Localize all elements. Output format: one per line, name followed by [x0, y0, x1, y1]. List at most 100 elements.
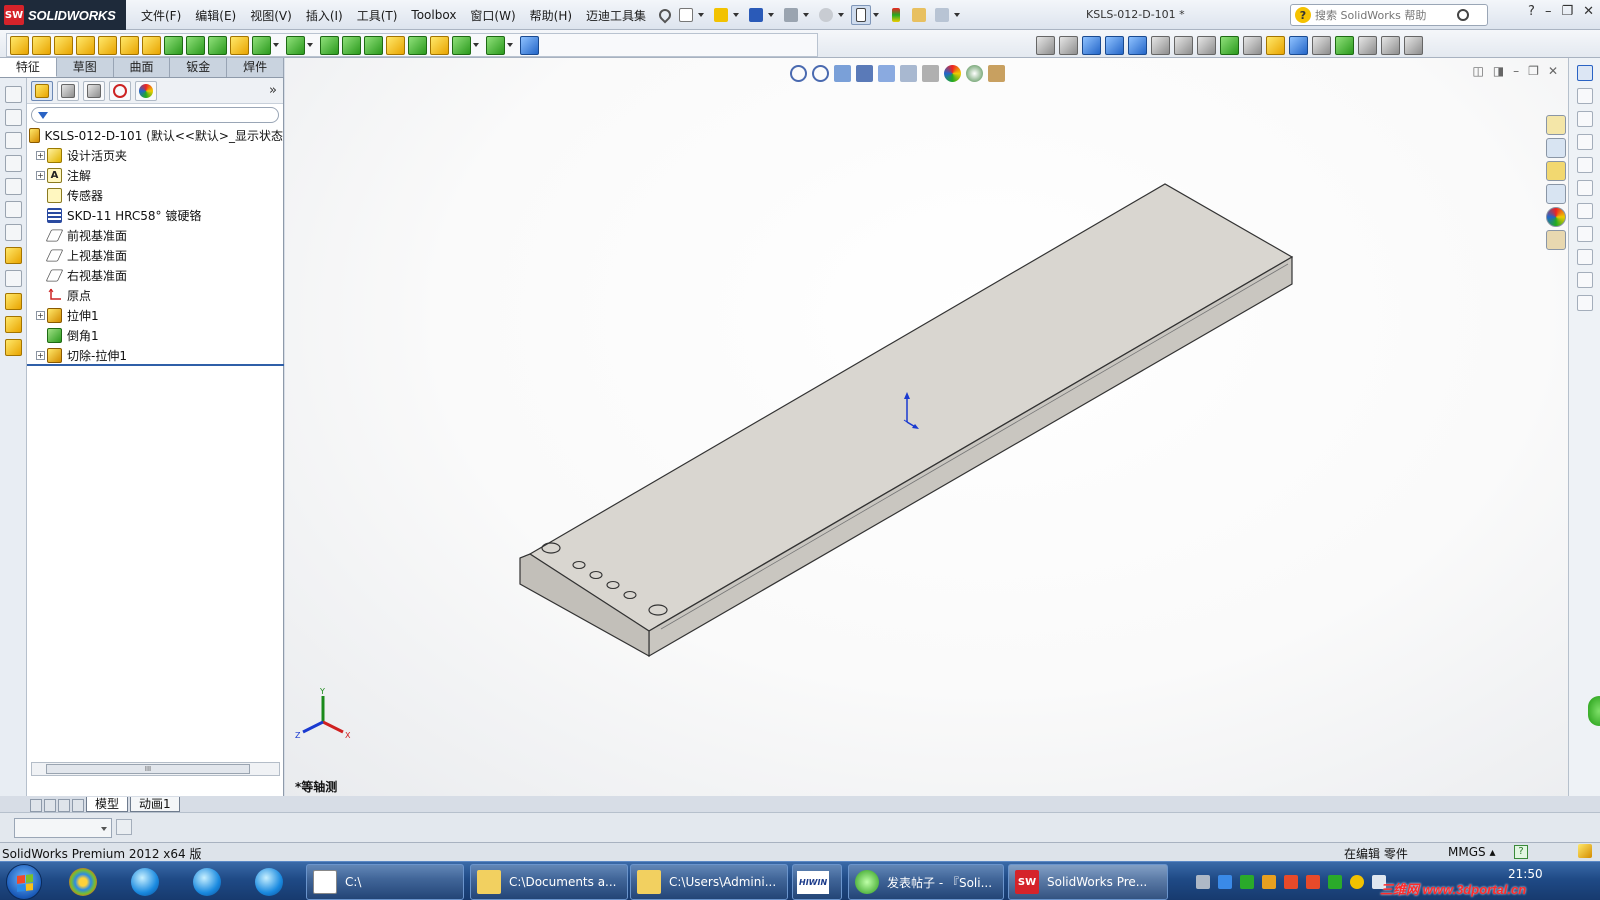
feature-icon[interactable]	[5, 339, 22, 356]
scrollbar-thumb[interactable]: III	[46, 764, 250, 774]
ruler-icon[interactable]	[1243, 35, 1262, 55]
options-button[interactable]	[932, 5, 952, 25]
plus-icon[interactable]	[1266, 35, 1285, 55]
globe-icon[interactable]	[1128, 35, 1147, 55]
box-icon[interactable]	[5, 201, 22, 218]
qq-icon[interactable]	[1284, 875, 1298, 889]
options-dropdown-icon[interactable]	[954, 13, 960, 17]
dimension-icon[interactable]	[1576, 88, 1593, 104]
lofted-cut-icon[interactable]	[208, 35, 227, 55]
tab-first-icon[interactable]	[30, 799, 42, 812]
configuration-manager-tab[interactable]	[83, 80, 105, 101]
pinned-app[interactable]	[180, 865, 234, 899]
section-view-icon[interactable]	[856, 64, 873, 82]
fillet-dropdown-icon[interactable]	[273, 43, 279, 47]
relations-icon[interactable]	[5, 293, 22, 310]
print-button[interactable]	[781, 5, 801, 25]
configuration-button[interactable]	[116, 819, 132, 835]
display-icon[interactable]	[1082, 35, 1101, 55]
extruded-boss-icon[interactable]	[10, 35, 29, 55]
file-properties-button[interactable]	[909, 5, 929, 25]
boundary-cut-icon[interactable]	[230, 35, 249, 55]
box-icon[interactable]	[5, 178, 22, 195]
reference-dropdown-icon[interactable]	[473, 43, 479, 47]
configuration-combo[interactable]	[14, 818, 112, 838]
system-clock[interactable]: 21:50	[1508, 867, 1543, 881]
units-selector[interactable]: MMGS ▴	[1448, 845, 1495, 859]
pattern-dropdown-icon[interactable]	[307, 43, 313, 47]
tree-horizontal-scrollbar[interactable]: III	[31, 762, 280, 776]
box-icon[interactable]	[5, 224, 22, 241]
pinned-app[interactable]	[118, 865, 172, 899]
part-model[interactable]	[285, 58, 1568, 796]
pinned-app[interactable]	[242, 865, 296, 899]
qq-icon[interactable]	[1262, 875, 1276, 889]
property-manager-tab[interactable]	[57, 80, 79, 101]
tree-item-extrude1[interactable]: + 拉伸1	[27, 305, 283, 325]
select-button[interactable]	[851, 5, 871, 25]
save-dropdown-icon[interactable]	[768, 13, 774, 17]
hide-show-items-icon[interactable]	[922, 64, 939, 82]
zoom-to-area-icon[interactable]	[812, 64, 829, 82]
box-icon[interactable]	[5, 132, 22, 149]
annotation-icon[interactable]	[1576, 295, 1593, 311]
rebuild-button[interactable]	[886, 5, 906, 25]
tab-surfaces[interactable]: 曲面	[114, 58, 171, 77]
previous-view-icon[interactable]	[834, 64, 851, 82]
curves-dropdown-icon[interactable]	[507, 43, 513, 47]
minimize-button[interactable]: –	[1545, 4, 1552, 19]
taskbar-explorer-documents[interactable]: C:\Documents a...	[470, 864, 628, 900]
zoom-icon[interactable]	[1289, 35, 1308, 55]
quick-tips-icon[interactable]: ?	[1514, 845, 1528, 859]
reference-geometry-icon[interactable]	[452, 35, 471, 55]
settings-icon[interactable]	[1174, 35, 1193, 55]
graphics-area[interactable]: ◫ ◨ – ❐ ✕ Y X Z *等轴测	[285, 58, 1568, 796]
box-icon[interactable]	[5, 109, 22, 126]
dimension-icon[interactable]	[1576, 134, 1593, 150]
help-button[interactable]: ?	[1528, 4, 1535, 19]
menu-toolbox[interactable]: Toolbox	[404, 0, 463, 30]
shield-icon[interactable]	[1328, 875, 1342, 889]
shell-icon[interactable]	[364, 35, 383, 55]
box-icon[interactable]	[5, 86, 22, 103]
measure-icon[interactable]	[1036, 35, 1055, 55]
menu-maidi-tools[interactable]: 迈迪工具集	[579, 0, 653, 30]
annotation-icon[interactable]	[1576, 226, 1593, 242]
tree-item-annotations[interactable]: + A 注解	[27, 165, 283, 185]
home-icon[interactable]	[1546, 115, 1566, 135]
menu-help[interactable]: 帮助(H)	[523, 0, 579, 30]
doc-close-button[interactable]: ✕	[1548, 64, 1558, 78]
dimxpert-tab[interactable]	[109, 80, 131, 101]
print-dropdown-icon[interactable]	[803, 13, 809, 17]
save-button[interactable]	[746, 5, 766, 25]
annotation-icon[interactable]	[1576, 157, 1593, 173]
sketch-pencil-icon[interactable]	[5, 247, 22, 264]
pinned-app[interactable]	[56, 865, 110, 899]
split-vertical-button[interactable]: ◫	[1472, 64, 1483, 78]
taskbar-explorer-users[interactable]: C:\Users\Admini...	[630, 864, 788, 900]
tree-item-material[interactable]: SKD-11 HRC58° 镀硬铬	[27, 205, 283, 225]
view-orientation-icon[interactable]	[878, 64, 895, 82]
help-search-input[interactable]	[1315, 8, 1455, 22]
file-explorer-icon[interactable]	[1546, 161, 1566, 181]
tree-item-right-plane[interactable]: 右视基准面	[27, 265, 283, 285]
tab-last-icon[interactable]	[72, 799, 84, 812]
design-library-icon[interactable]	[1546, 138, 1566, 158]
search-icon[interactable]	[1457, 9, 1469, 21]
menu-insert[interactable]: 插入(I)	[299, 0, 350, 30]
tab-model[interactable]: 模型	[86, 797, 129, 812]
annotation-icon[interactable]	[1576, 249, 1593, 265]
extruded-cut-icon[interactable]	[120, 35, 139, 55]
taskbar-console[interactable]: C:\	[306, 864, 464, 900]
tree-item-top-plane[interactable]: 上视基准面	[27, 245, 283, 265]
zoom-to-fit-icon[interactable]	[790, 64, 807, 82]
binoculars-icon[interactable]	[1312, 35, 1331, 55]
taskbar-hiwin[interactable]: HIWIN	[792, 864, 842, 900]
undo-dropdown-icon[interactable]	[838, 13, 844, 17]
tab-prev-icon[interactable]	[44, 799, 56, 812]
restore-button[interactable]: ❐	[1561, 4, 1573, 19]
tab-weldments[interactable]: 焊件	[227, 58, 284, 77]
security-icon[interactable]	[1240, 875, 1254, 889]
open-button[interactable]	[711, 5, 731, 25]
solidworks-logo[interactable]: SW SOLIDWORKS	[0, 0, 126, 30]
